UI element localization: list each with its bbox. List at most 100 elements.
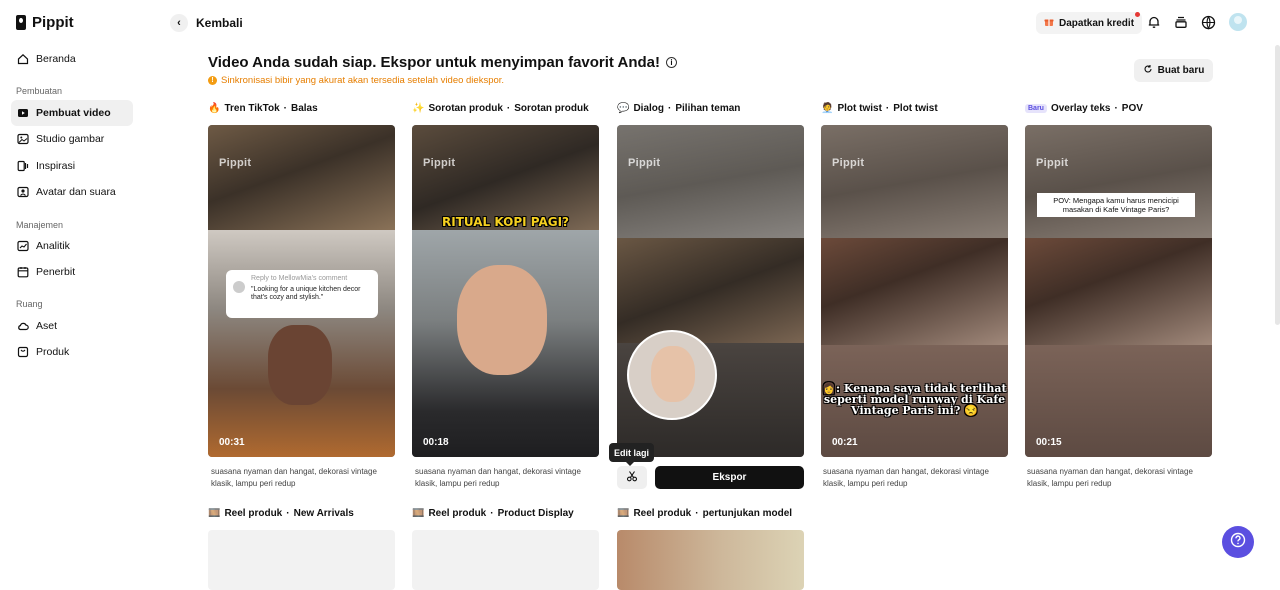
sidebar-item-analitik[interactable]: Analitik bbox=[11, 233, 133, 259]
video-thumbnail-sorotan[interactable]: Pippit RITUAL KOPI PAGI? 00:18 bbox=[412, 125, 599, 457]
card-title-sub: Product Display bbox=[497, 508, 574, 519]
globe-icon[interactable] bbox=[1200, 14, 1216, 30]
help-button[interactable] bbox=[1222, 526, 1254, 558]
dot-separator: · bbox=[283, 103, 287, 114]
page-scrollbar[interactable] bbox=[1275, 45, 1280, 325]
card-title-sub: Pilihan teman bbox=[675, 103, 741, 114]
avatar-voice-icon bbox=[17, 186, 29, 198]
sidebar-item-label: Analitik bbox=[36, 240, 70, 252]
card-title-reel-pertunjukan-model: 🎞️ Reel produk · pertunjukan model bbox=[617, 508, 792, 519]
scene-cafe bbox=[617, 238, 804, 343]
video-thumbnail-plot-twist[interactable]: Pippit 👩: Kenapa saya tidak terlihat sep… bbox=[821, 125, 1008, 457]
video-thumbnail-overlay[interactable]: Pippit POV: Mengapa kamu harus mencicipi… bbox=[1025, 125, 1212, 457]
pippit-watermark: Pippit bbox=[628, 157, 661, 169]
video-description: suasana nyaman dan hangat, dekorasi vint… bbox=[1027, 467, 1193, 488]
pov-caption: POV: Mengapa kamu harus mencicipi masaka… bbox=[1037, 193, 1195, 217]
sidebar-item-label: Produk bbox=[36, 346, 70, 358]
sidebar-item-label: Avatar dan suara bbox=[36, 186, 116, 198]
dot-separator: · bbox=[695, 508, 699, 519]
video-description: suasana nyaman dan hangat, dekorasi vint… bbox=[211, 467, 377, 488]
video-thumbnail-loading[interactable] bbox=[412, 530, 599, 590]
sidebar-item-avatar-dan-suara[interactable]: Avatar dan suara bbox=[11, 179, 133, 205]
sidebar-item-label: Beranda bbox=[36, 53, 76, 65]
video-duration: 00:18 bbox=[423, 437, 449, 448]
scene-cafe bbox=[208, 125, 395, 230]
card-title-reel-product-display: 🎞️ Reel produk · Product Display bbox=[412, 508, 574, 519]
stack-icon[interactable] bbox=[1173, 14, 1189, 30]
card-title-dialog: 💬 Dialog · Pilihan teman bbox=[617, 103, 740, 114]
bell-icon[interactable] bbox=[1146, 14, 1162, 30]
card-title-main: Dialog bbox=[633, 103, 665, 114]
video-description: suasana nyaman dan hangat, dekorasi vint… bbox=[823, 467, 989, 488]
card-title-plot-twist: 🧑‍💼 Plot twist · Plot twist bbox=[821, 103, 938, 114]
card-title-main: Reel produk bbox=[428, 508, 487, 519]
sidebar-item-produk[interactable]: Produk bbox=[11, 339, 133, 365]
get-credits-button[interactable]: Dapatkan kredit bbox=[1036, 12, 1143, 34]
video-thumbnail-tiktok[interactable]: Pippit Reply to MellowMia's comment "Loo… bbox=[208, 125, 395, 457]
sidebar-item-label: Aset bbox=[36, 320, 58, 332]
dot-separator: · bbox=[885, 103, 890, 114]
dot-separator: · bbox=[506, 103, 511, 114]
sidebar-item-aset[interactable]: Aset bbox=[11, 313, 133, 339]
card-title-main: Overlay teks bbox=[1050, 103, 1111, 114]
back-link[interactable]: ‹ Kembali bbox=[170, 14, 243, 32]
lip-sync-note: ! Sinkronisasi bibir yang akurat akan te… bbox=[208, 75, 504, 86]
pippit-watermark: Pippit bbox=[832, 157, 865, 169]
dot-separator: · bbox=[1114, 103, 1118, 114]
scene-blurred-top bbox=[821, 125, 1008, 238]
film-icon: 🎞️ bbox=[617, 508, 630, 519]
scene-cafe-street bbox=[821, 238, 1008, 345]
analytics-icon bbox=[17, 240, 29, 252]
video-thumbnail-model[interactable] bbox=[617, 530, 804, 590]
info-icon[interactable]: i bbox=[666, 57, 678, 68]
card-title-sub: POV bbox=[1121, 103, 1143, 114]
sidebar-item-penerbit[interactable]: Penerbit bbox=[11, 259, 133, 285]
chevron-left-icon[interactable]: ‹ bbox=[170, 14, 188, 32]
reply-to-text: Reply to MellowMia's comment bbox=[251, 275, 348, 282]
edit-again-tooltip: Edit lagi bbox=[609, 443, 655, 466]
brand-logo[interactable]: Pippit bbox=[16, 14, 74, 31]
dot-separator: · bbox=[286, 508, 290, 519]
create-new-label: Buat baru bbox=[1157, 65, 1205, 76]
video-thumbnail-dialog[interactable]: Pippit bbox=[617, 125, 804, 457]
sidebar-item-label: Studio gambar bbox=[36, 133, 105, 145]
scene-blurred-top bbox=[617, 125, 804, 238]
friend-avatar-bubble bbox=[627, 330, 717, 420]
plot-twist-caption: 👩: Kenapa saya tidak terlihat seperti mo… bbox=[822, 382, 1007, 417]
product-icon bbox=[17, 346, 29, 358]
pippit-watermark: Pippit bbox=[1036, 157, 1069, 169]
help-icon bbox=[1230, 532, 1246, 553]
card-title-main: Sorotan produk bbox=[428, 103, 503, 114]
card-title-sub: Plot twist bbox=[893, 103, 938, 114]
edit-again-button[interactable] bbox=[617, 466, 647, 489]
sidebar-item-label: Penerbit bbox=[36, 266, 76, 278]
page-title: Video Anda sudah siap. Ekspor untuk meny… bbox=[208, 54, 678, 71]
cloud-icon bbox=[17, 320, 29, 332]
film-icon: 🎞️ bbox=[208, 508, 221, 519]
sidebar-item-studio-gambar[interactable]: Studio gambar bbox=[11, 126, 133, 152]
sidebar-item-inspirasi[interactable]: Inspirasi bbox=[11, 153, 133, 179]
pippit-logo-icon bbox=[16, 15, 26, 30]
video-icon bbox=[17, 107, 29, 119]
fire-icon: 🔥 bbox=[208, 103, 221, 114]
refresh-icon bbox=[1143, 64, 1153, 77]
create-new-button[interactable]: Buat baru bbox=[1134, 59, 1213, 82]
sidebar-item-beranda[interactable]: Beranda bbox=[11, 46, 133, 72]
home-icon bbox=[17, 53, 29, 65]
export-button[interactable]: Ekspor bbox=[655, 466, 804, 489]
calendar-icon bbox=[17, 266, 29, 278]
card-title-overlay: Baru Overlay teks · POV bbox=[1025, 103, 1143, 114]
video-thumbnail-loading[interactable] bbox=[208, 530, 395, 590]
notification-dot bbox=[1135, 12, 1141, 17]
sidebar-item-label: Pembuat video bbox=[36, 107, 111, 119]
sidebar-item-pembuat-video[interactable]: Pembuat video bbox=[11, 100, 133, 126]
sparkle-icon: ✨ bbox=[412, 103, 425, 114]
video-description: suasana nyaman dan hangat, dekorasi vint… bbox=[415, 467, 581, 488]
speaker-face bbox=[268, 325, 332, 405]
film-icon: 🎞️ bbox=[412, 508, 425, 519]
card-title-sub: New Arrivals bbox=[293, 508, 354, 519]
sidebar: Pippit Beranda Pembuatan Pembuat video S… bbox=[0, 0, 150, 582]
sidebar-item-label: Inspirasi bbox=[36, 160, 76, 172]
dot-separator: · bbox=[490, 508, 494, 519]
avatar[interactable] bbox=[1229, 13, 1247, 31]
